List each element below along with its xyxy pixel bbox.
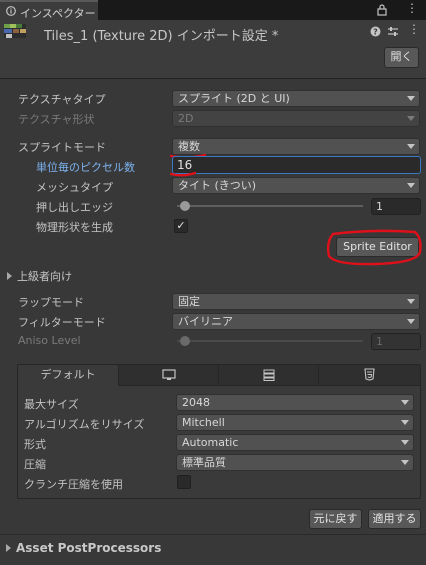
tab-default-label: デフォルト (40, 368, 96, 381)
advanced-label: 上級者向け (17, 270, 72, 283)
lock-icon[interactable] (377, 4, 387, 16)
aniso-level-value: 1 (376, 335, 383, 348)
max-size-value: 2048 (182, 396, 210, 409)
filter-mode-dropdown[interactable]: バイリニア (172, 313, 420, 330)
monitor-icon (161, 369, 176, 380)
wrap-mode-dropdown[interactable]: 固定 (172, 293, 420, 310)
resize-algorithm-dropdown[interactable]: Mitchell (176, 414, 414, 431)
checkmark-icon: ✓ (176, 219, 186, 232)
crunch-label: クランチ圧縮を使用 (24, 478, 123, 491)
extrude-edges-field[interactable]: 1 (371, 198, 421, 215)
kebab-menu-icon[interactable]: ⋮ (408, 22, 420, 36)
mesh-type-value: タイト (きつい) (178, 179, 257, 192)
wrap-mode-label: ラップモード (18, 296, 84, 309)
chevron-right-icon (6, 544, 11, 552)
compression-value: 標準品質 (182, 456, 226, 469)
page-title: Tiles_1 (Texture 2D) インポート設定 * (44, 29, 279, 44)
extrude-edges-slider-track[interactable] (177, 205, 363, 207)
kebab-menu-icon[interactable]: ⋮ (406, 1, 418, 15)
chevron-down-icon (401, 440, 409, 445)
aniso-level-field: 1 (371, 333, 421, 350)
max-size-dropdown[interactable]: 2048 (176, 394, 414, 411)
preset-sliders-icon[interactable] (387, 26, 399, 37)
advanced-foldout[interactable]: 上級者向け (7, 268, 72, 284)
generate-physics-label: 物理形状を生成 (36, 221, 113, 234)
mesh-type-dropdown[interactable]: タイト (きつい) (172, 177, 420, 194)
compression-dropdown[interactable]: 標準品質 (176, 454, 414, 471)
divider (0, 534, 426, 535)
generate-physics-checkbox[interactable]: ✓ (174, 219, 188, 233)
server-icon (263, 369, 274, 381)
tab-standalone[interactable] (119, 365, 219, 386)
crunch-checkbox[interactable] (177, 475, 191, 489)
info-icon (6, 6, 16, 16)
chevron-down-icon (407, 319, 415, 324)
tab-webgl[interactable] (319, 365, 420, 386)
chevron-down-icon (407, 116, 415, 121)
tab-default[interactable]: デフォルト (18, 365, 119, 386)
extrude-edges-label: 押し出しエッジ (36, 201, 113, 214)
chevron-down-icon (407, 96, 415, 101)
chevron-down-icon (401, 400, 409, 405)
filter-mode-value: バイリニア (178, 315, 233, 328)
pixels-per-unit-label: 単位毎のピクセル数 (36, 161, 135, 174)
chevron-down-icon (407, 144, 415, 149)
resize-algorithm-label: アルゴリズムをリサイズ (24, 418, 145, 431)
texture-type-label: テクスチャタイプ (18, 93, 106, 106)
texture-shape-label: テクスチャ形状 (18, 113, 95, 126)
asset-postprocessors-label: Asset PostProcessors (16, 541, 162, 555)
revert-button[interactable]: 元に戻す (309, 509, 362, 529)
texture-type-dropdown[interactable]: スプライト (2D と UI) (172, 90, 420, 107)
format-value: Automatic (182, 436, 239, 449)
resize-algorithm-value: Mitchell (182, 416, 225, 429)
format-label: 形式 (24, 438, 46, 451)
chevron-right-icon (7, 272, 12, 280)
asset-postprocessors-foldout[interactable]: Asset PostProcessors (6, 541, 161, 555)
tab-inspector[interactable]: インスペクター * (0, 0, 98, 34)
pixels-per-unit-input[interactable]: 16 (172, 156, 421, 174)
texture-type-value: スプライト (2D と UI) (178, 92, 290, 105)
tab-server[interactable] (219, 365, 319, 386)
texture-shape-value: 2D (178, 112, 194, 125)
sprite-mode-label: スプライトモード (18, 141, 106, 154)
chevron-down-icon (407, 183, 415, 188)
texture-thumbnail-icon (4, 24, 26, 38)
red-circle-annotation (326, 229, 422, 266)
aniso-level-label: Aniso Level (18, 334, 81, 347)
open-button[interactable]: 開く (384, 47, 419, 68)
filter-mode-label: フィルターモード (18, 316, 106, 329)
chevron-down-icon (407, 299, 415, 304)
platform-settings-panel: デフォルト 最大サイズ 2048 アルゴリズムをリサイズ Mitchell 形式… (17, 364, 421, 499)
chevron-down-icon (401, 420, 409, 425)
extrude-edges-value: 1 (376, 200, 383, 213)
apply-button[interactable]: 適用する (368, 509, 421, 529)
texture-shape-dropdown: 2D (172, 110, 420, 127)
help-icon[interactable]: ? (370, 26, 381, 37)
chevron-down-icon (401, 460, 409, 465)
max-size-label: 最大サイズ (24, 398, 79, 411)
html5-icon (364, 368, 375, 381)
aniso-level-slider-handle (180, 336, 190, 346)
sprite-mode-dropdown[interactable]: 複数 (172, 138, 420, 155)
inspector-header: Tiles_1 (Texture 2D) インポート設定 * ? ⋮ 開く (0, 20, 426, 79)
wrap-mode-value: 固定 (178, 295, 200, 308)
svg-text:?: ? (373, 28, 378, 37)
format-dropdown[interactable]: Automatic (176, 434, 414, 451)
extrude-edges-slider-handle[interactable] (180, 201, 190, 211)
compression-label: 圧縮 (24, 458, 46, 471)
tab-bar: インスペクター * ⋮ (0, 0, 426, 34)
mesh-type-label: メッシュタイプ (36, 181, 113, 194)
aniso-level-slider-track (177, 340, 363, 342)
